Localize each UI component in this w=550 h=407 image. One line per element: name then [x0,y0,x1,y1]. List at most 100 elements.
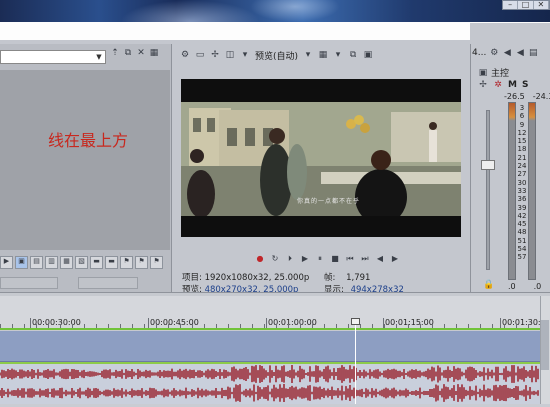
frame-info-row: 帧: 1,791 [324,271,370,283]
marker-icon[interactable]: ⚑ [135,255,148,269]
solo-button[interactable]: S [522,80,528,90]
video-frame[interactable]: 你真的一点都不在乎 [181,79,461,237]
level-right-value: .0 [533,282,542,291]
fader-level-readout: .0 .0 [508,282,541,291]
playhead-handle[interactable] [351,318,360,325]
detail-view-icon[interactable]: ▥ [45,255,58,269]
meter-scale-label: 30 [517,178,527,187]
save-snapshot-icon[interactable]: ▣ [363,50,373,60]
chevron-down-icon[interactable]: ▾ [303,50,313,60]
meter-scale: 3 6 9 12 15 18 21 24 27 30 33 36 39 42 45 48 51 54 57 [516,104,528,262]
project-info-row: 项目: 1920x1080x32, 25.000p [182,271,309,283]
stop-icon[interactable]: ■ [330,254,340,264]
record-icon[interactable]: ● [255,254,265,264]
ruler-tick [30,318,31,328]
list-view-icon[interactable]: ▤ [30,255,43,269]
waveform-channel [0,384,539,402]
master-header: ▣ 主控 [478,66,510,80]
grid-icon[interactable]: ▦ [318,50,328,60]
meter-scale-label: 6 [519,112,525,121]
master-fader-handle[interactable] [481,160,495,170]
meter-scale-label: 42 [517,211,527,220]
meter-scale-label: 45 [517,220,527,229]
overlay-icon[interactable]: ◫ [225,50,235,60]
gear-icon[interactable]: ⚙ [489,48,499,58]
scrollbar-thumb[interactable] [541,320,549,370]
mute-button[interactable]: M [508,80,517,90]
loop-icon[interactable]: ↻ [270,254,280,264]
peak-right-value: -24.3 [532,92,550,101]
video-track-event[interactable] [0,331,540,362]
left-status-field [78,277,138,289]
chevron-down-icon[interactable]: ▾ [240,50,250,60]
mixer-header-label: 4... [472,48,487,58]
film-icon[interactable]: ▬ [105,255,118,269]
video-subtitle: 你真的一点都不在乎 [297,198,361,205]
timecode-label: 00:00:30:00 [32,318,81,327]
minimize-button[interactable]: – [503,1,519,9]
previous-frame-icon[interactable]: ◀ [375,254,385,264]
peak-readout: -26.5 -24.3 [504,92,550,101]
top-window-strip [0,22,470,40]
video-image: 你真的一点都不在乎 [181,102,461,216]
project-label: 项目: [182,273,202,283]
ruler-tick [148,318,149,328]
master-label: 主控 [491,69,510,79]
split-screen-icon[interactable]: ✢ [210,50,220,60]
go-to-start-icon[interactable]: ⏮ [345,254,355,264]
properties-icon[interactable]: ✢ [478,80,488,90]
playhead-line[interactable] [355,318,356,404]
meter-scale-label: 3 [519,104,525,112]
meter-scale-label: 33 [517,186,527,195]
preview-toolbar: ⚙ ▭ ✢ ◫ ▾ 预览(自动) ▾ ▦ ▾ ⧉ ▣ [180,48,373,62]
meter-scale-label: 9 [519,120,525,129]
meter-scale-label: 48 [517,228,527,237]
left-status-field [0,277,58,289]
thumbnail-view-icon[interactable]: ▣ [15,255,28,269]
play-from-start-icon[interactable]: ⏵ [285,254,295,264]
lock-icon[interactable]: 🔒 [483,280,494,290]
meter-scale-label: 27 [517,170,527,179]
preview-quality-dropdown[interactable]: 预览(自动) [255,49,298,62]
master-controls: ✢ ✲ M S [478,80,528,90]
meter-scale-label: 57 [517,253,527,262]
maximize-button[interactable]: □ [518,1,534,9]
bus-icon[interactable]: ▤ [528,48,538,58]
marker-icon[interactable]: ⚑ [150,255,163,269]
up-folder-icon[interactable]: ⇡ [110,48,120,58]
film-icon[interactable]: ▬ [90,255,103,269]
fx-chain-icon[interactable]: ✲ [493,80,503,90]
go-to-end-icon[interactable]: ⏭ [360,254,370,264]
copy-snapshot-icon[interactable]: ⧉ [348,50,358,60]
gear-icon[interactable]: ⚙ [180,50,190,60]
mixer-toolbar: 4... ⚙ ◀ ◀ ▤ [472,48,538,58]
delete-icon[interactable]: ✕ [136,48,146,58]
timecode-label: 00:01:15:00 [385,318,434,327]
copy-icon[interactable]: ⧉ [123,48,133,58]
master-fader-track[interactable] [486,110,490,270]
explorer-bottom-toolbar: ▶ ▣ ▤ ▥ ▦ ▧ ▬ ▬ ⚑ ⚑ ⚑ [0,255,170,269]
audio-waveform [0,365,539,402]
speaker-icon[interactable]: ◀ [502,48,512,58]
pause-icon[interactable]: ⏸ [315,254,325,264]
play-icon[interactable]: ▶ [300,254,310,264]
marker-icon[interactable]: ⚑ [120,255,133,269]
fx-icon[interactable]: ▣ [478,68,488,78]
overlay-annotation: 线在最上方 [48,131,129,150]
chevron-down-icon[interactable]: ▼ [93,51,105,63]
explorer-content-area [0,70,170,250]
filter-icon[interactable]: ▧ [75,255,88,269]
play-icon[interactable]: ▶ [0,255,13,269]
external-monitor-icon[interactable]: ▭ [195,50,205,60]
grid-icon[interactable]: ▦ [60,255,73,269]
explorer-path-dropdown[interactable]: ▼ [0,50,106,64]
speaker-icon[interactable]: ◀ [515,48,525,58]
meter-scale-label: 54 [517,245,527,254]
chevron-down-icon[interactable]: ▾ [333,50,343,60]
audio-track-event[interactable] [0,364,540,404]
next-frame-icon[interactable]: ▶ [390,254,400,264]
close-button[interactable]: ✕ [534,1,549,9]
view-icon[interactable]: ▦ [149,48,159,58]
meter-scale-label: 12 [517,128,527,137]
right-level-meter [528,102,536,280]
